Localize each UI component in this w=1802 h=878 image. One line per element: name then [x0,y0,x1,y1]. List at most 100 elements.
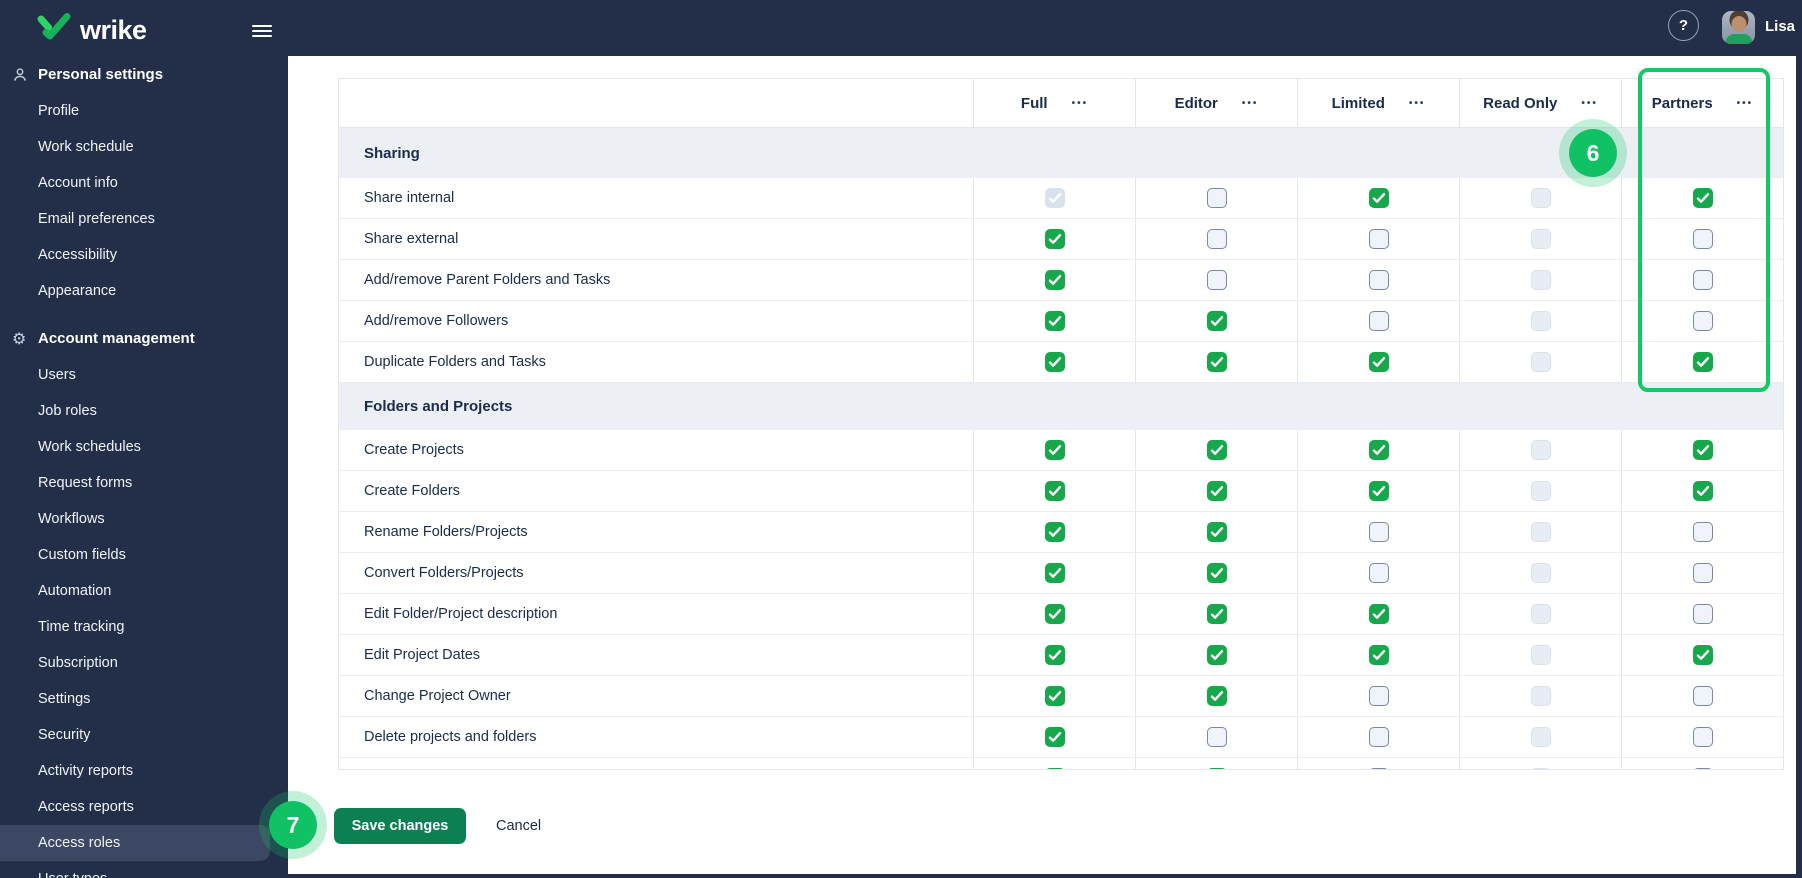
checkbox-checked[interactable] [1206,768,1227,769]
checkbox-checked[interactable] [1692,645,1713,665]
sidebar-section-account-management[interactable]: ⚙ Account management [0,321,288,357]
checkbox-cell [1135,676,1297,716]
checkbox-checked[interactable] [1368,604,1389,624]
checkbox-cell [973,676,1135,716]
column-menu-icon[interactable]: ••• [1242,98,1259,109]
sidebar-item-profile[interactable]: Profile [0,93,288,129]
checkbox-checked[interactable] [1044,768,1065,769]
sidebar-item-custom-fields[interactable]: Custom fields [0,537,288,573]
checkbox-checked[interactable] [1206,645,1227,665]
user-name[interactable]: Lisa [1765,18,1795,35]
checkbox-checked[interactable] [1044,440,1065,460]
checkbox-unchecked[interactable] [1368,270,1389,290]
checkbox-checked[interactable] [1044,645,1065,665]
sidebar-item-user-types[interactable]: User types [0,861,288,878]
user-avatar[interactable] [1722,11,1755,44]
checkbox-unchecked[interactable] [1692,604,1713,624]
checkbox-unchecked[interactable] [1206,270,1227,290]
checkbox-checked[interactable] [1692,440,1713,460]
sidebar-item-time-tracking[interactable]: Time tracking [0,609,288,645]
checkbox-unchecked[interactable] [1368,768,1389,769]
checkbox-checked[interactable] [1206,311,1227,331]
checkbox-cell [1459,178,1621,218]
checkbox-checked[interactable] [1044,352,1065,372]
checkbox-unchecked[interactable] [1368,522,1389,542]
column-menu-icon[interactable]: ••• [1581,98,1598,109]
checkbox-checked[interactable] [1368,645,1389,665]
checkbox-checked[interactable] [1044,481,1065,501]
checkbox-unchecked[interactable] [1206,188,1227,208]
sidebar-item-work-schedules[interactable]: Work schedules [0,429,288,465]
checkbox-checked[interactable] [1368,481,1389,501]
checkbox-checked[interactable] [1044,311,1065,331]
checkbox-unchecked[interactable] [1368,229,1389,249]
checkbox-unchecked[interactable] [1692,229,1713,249]
checkbox-cell [1135,430,1297,470]
checkbox-cell [1621,676,1783,716]
checkbox-checked[interactable] [1692,481,1713,501]
cancel-button[interactable]: Cancel [484,808,553,844]
checkbox-checked[interactable] [1692,188,1713,208]
checkbox-checked[interactable] [1044,604,1065,624]
checkbox-unchecked[interactable] [1368,686,1389,706]
checkbox-unchecked[interactable] [1692,522,1713,542]
column-menu-icon[interactable]: ••• [1737,98,1754,109]
sidebar-item-appearance[interactable]: Appearance [0,273,288,309]
sidebar-section-personal-settings[interactable]: Personal settings [0,57,288,93]
checkbox-checked[interactable] [1206,686,1227,706]
checkbox-checked[interactable] [1206,522,1227,542]
help-icon[interactable]: ? [1668,10,1699,41]
checkbox-checked[interactable] [1044,270,1065,290]
checkbox-cell [1297,430,1459,470]
sidebar-item-workflows[interactable]: Workflows [0,501,288,537]
column-menu-icon[interactable]: ••• [1072,98,1089,109]
checkbox-unchecked[interactable] [1368,727,1389,747]
checkbox-unchecked[interactable] [1206,727,1227,747]
sidebar-item-subscription[interactable]: Subscription [0,645,288,681]
checkbox-unchecked[interactable] [1368,311,1389,331]
checkbox-checked[interactable] [1368,188,1389,208]
sidebar-item-activity-reports[interactable]: Activity reports [0,753,288,789]
sidebar-item-request-forms[interactable]: Request forms [0,465,288,501]
table-row: Edit Project Dates [339,635,1783,676]
checkbox-checked[interactable] [1206,563,1227,583]
checkbox-checked[interactable] [1206,604,1227,624]
checkbox-checked[interactable] [1206,440,1227,460]
checkbox-checked[interactable] [1044,563,1065,583]
checkbox-unchecked[interactable] [1692,768,1713,769]
checkbox-checked[interactable] [1044,686,1065,706]
sidebar-item-access-roles[interactable]: Access roles [0,825,270,861]
checkbox-cell [1297,471,1459,511]
checkbox-unchecked[interactable] [1368,563,1389,583]
checkbox-checked[interactable] [1044,522,1065,542]
checkbox-unchecked[interactable] [1692,563,1713,583]
sidebar-item-security[interactable]: Security [0,717,288,753]
checkbox-checked[interactable] [1368,440,1389,460]
checkbox-checked[interactable] [1692,352,1713,372]
sidebar-item-accessibility[interactable]: Accessibility [0,237,288,273]
column-menu-icon[interactable]: ••• [1409,98,1426,109]
checkbox-checked[interactable] [1368,352,1389,372]
checkbox-unchecked[interactable] [1692,270,1713,290]
sidebar-item-job-roles[interactable]: Job roles [0,393,288,429]
checkbox-checked[interactable] [1206,481,1227,501]
sidebar-item-work-schedule[interactable]: Work schedule [0,129,288,165]
sidebar-item-email-preferences[interactable]: Email preferences [0,201,288,237]
sidebar-item-automation[interactable]: Automation [0,573,288,609]
sidebar-item-access-reports[interactable]: Access reports [0,789,288,825]
save-changes-button[interactable]: Save changes [334,808,466,844]
sidebar-item-account-info[interactable]: Account info [0,165,288,201]
hamburger-menu-icon[interactable] [252,22,272,40]
checkbox-checked[interactable] [1044,727,1065,747]
sidebar-item-users[interactable]: Users [0,357,288,393]
sidebar-item-settings[interactable]: Settings [0,681,288,717]
checkbox-unchecked[interactable] [1692,311,1713,331]
checkbox-unchecked[interactable] [1692,686,1713,706]
checkbox-checked[interactable] [1206,352,1227,372]
checkbox-unchecked[interactable] [1692,727,1713,747]
wrike-logo[interactable]: wrike [36,13,147,46]
table-row: Create Folders [339,471,1783,512]
column-header-limited: Limited ••• [1297,79,1459,127]
checkbox-unchecked[interactable] [1206,229,1227,249]
checkbox-checked[interactable] [1044,229,1065,249]
